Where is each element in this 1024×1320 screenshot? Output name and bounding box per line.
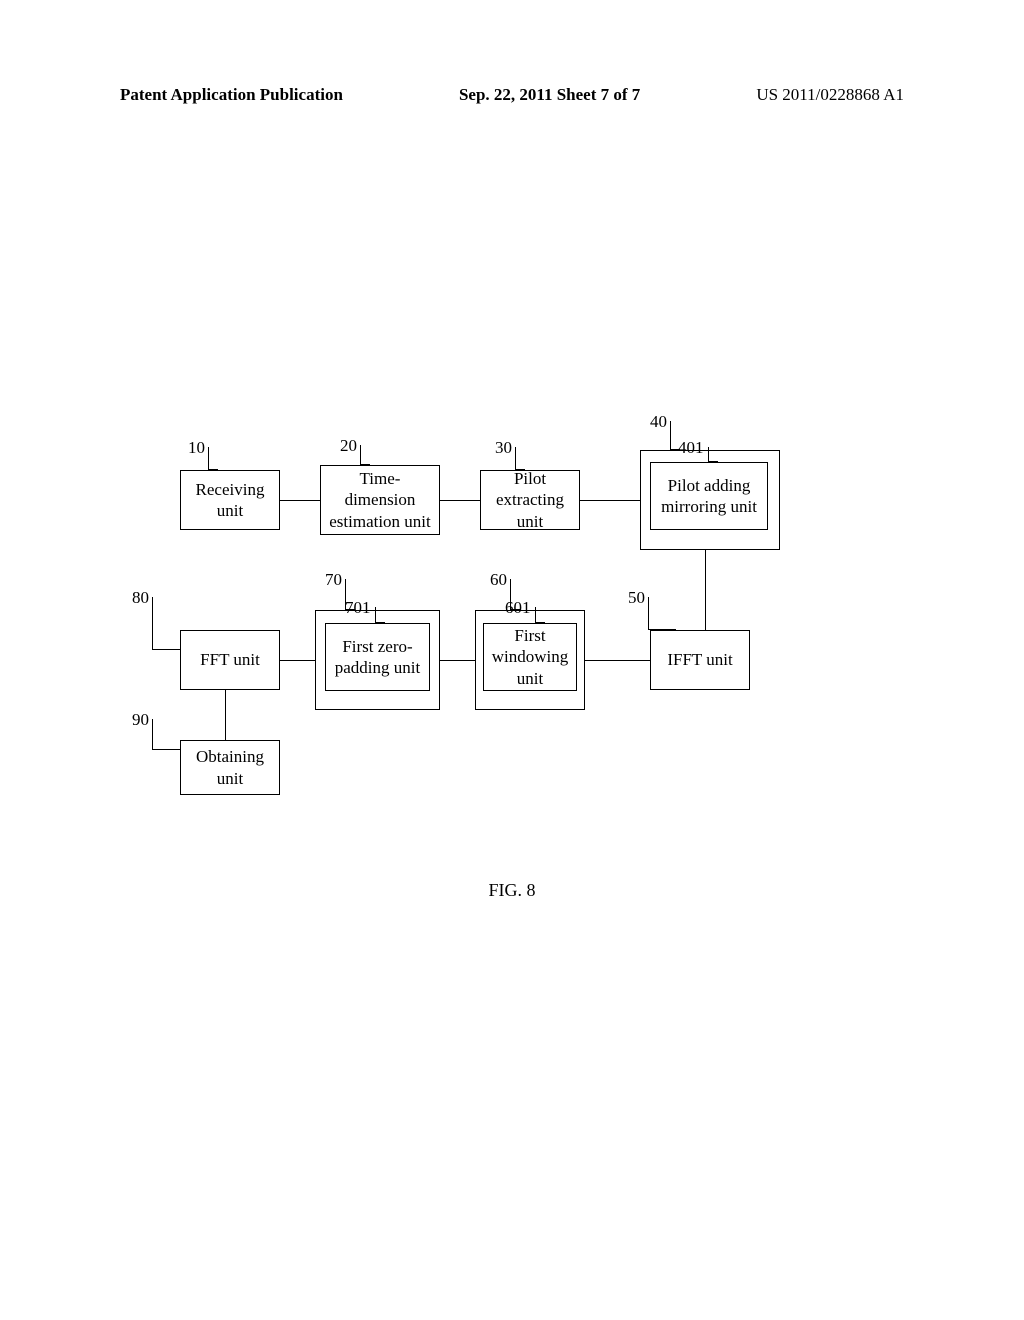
tick-601 [535,607,545,623]
tick-10 [208,447,218,470]
header-publication: Patent Application Publication [120,85,343,105]
label-10: 10 [188,438,205,458]
ifft-unit-text: IFFT unit [667,649,732,670]
obtaining-unit-box: Obtaining unit [180,740,280,795]
fft-unit-box: FFT unit [180,630,280,690]
tick-30 [515,447,525,470]
label-701: 701 [345,598,371,618]
time-dimension-box: Time-dimension estimation unit [320,465,440,535]
pilot-extracting-box: Pilot extracting unit [480,470,580,530]
time-dimension-text: Time-dimension estimation unit [325,468,435,532]
label-401: 401 [678,438,704,458]
label-50: 50 [628,588,645,608]
tick-80 [152,597,180,650]
label-601: 601 [505,598,531,618]
tick-90 [152,719,180,750]
label-40: 40 [650,412,667,432]
tick-401 [708,447,718,462]
tick-20 [360,445,370,465]
page-header: Patent Application Publication Sep. 22, … [0,85,1024,105]
tick-50 [648,597,676,630]
label-80: 80 [132,588,149,608]
receiving-unit-box: Receiving unit [180,470,280,530]
label-60: 60 [490,570,507,590]
first-windowing-text: First windowing unit [488,625,572,689]
figure-caption: FIG. 8 [0,880,1024,901]
tick-701 [375,607,385,623]
header-date-sheet: Sep. 22, 2011 Sheet 7 of 7 [459,85,640,105]
pilot-extracting-text: Pilot extracting unit [485,468,575,532]
conn-30-40 [580,500,640,501]
first-zero-padding-box: First zero-padding unit [325,623,430,691]
fft-unit-text: FFT unit [200,649,260,670]
header-doc-number: US 2011/0228868 A1 [756,85,904,105]
pilot-adding-mirroring-text: Pilot adding mirroring unit [655,475,763,518]
conn-60-70 [440,660,475,661]
label-70: 70 [325,570,342,590]
label-90: 90 [132,710,149,730]
conn-10-20 [280,500,320,501]
first-windowing-box: First windowing unit [483,623,577,691]
label-30: 30 [495,438,512,458]
conn-80-90 [225,690,226,740]
conn-70-80 [280,660,315,661]
conn-20-30 [440,500,480,501]
obtaining-unit-text: Obtaining unit [185,746,275,789]
conn-40-50 [705,550,706,630]
first-zero-padding-text: First zero-padding unit [330,636,425,679]
pilot-adding-mirroring-box: Pilot adding mirroring unit [650,462,768,530]
receiving-unit-text: Receiving unit [185,479,275,522]
label-20: 20 [340,436,357,456]
ifft-unit-box: IFFT unit [650,630,750,690]
block-diagram: Receiving unit Time-dimension estimation… [150,420,870,850]
conn-50-60 [585,660,650,661]
